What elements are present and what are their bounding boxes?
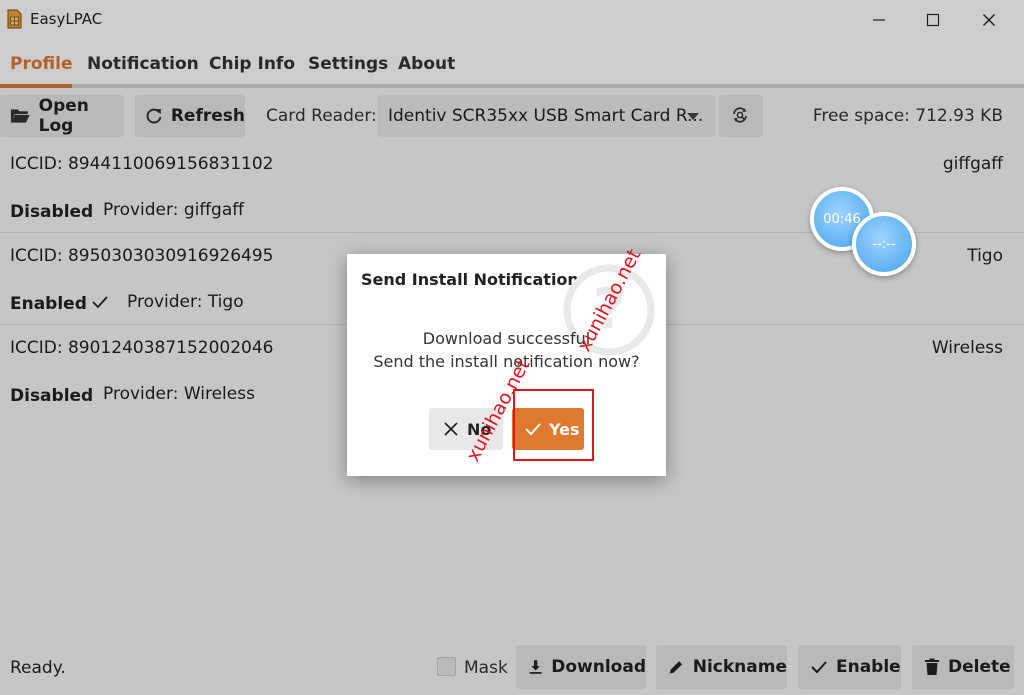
- timer-text: 00:46: [823, 211, 861, 227]
- dialog-title: Send Install Notification: [361, 270, 579, 289]
- close-icon: [444, 422, 458, 436]
- timer-bubble[interactable]: --:--: [852, 212, 916, 276]
- dialog-message-line1: Download successful: [422, 329, 591, 348]
- timer-text: --:--: [872, 236, 896, 252]
- highlight-box: [513, 389, 594, 461]
- dialog-message-line2: Send the install notification now?: [373, 352, 640, 371]
